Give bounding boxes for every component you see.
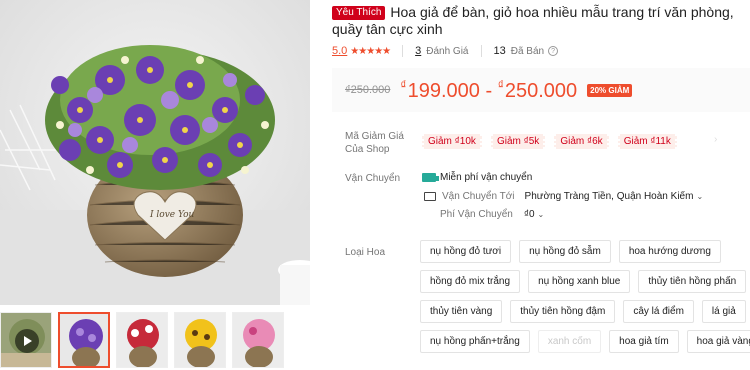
thumbnail-yellow-basket[interactable] <box>174 312 226 368</box>
reviews-count: 3 <box>415 45 422 57</box>
truck-icon <box>424 192 436 201</box>
option-thuy-tien-hong-dam[interactable]: thủy tiên hồng đậm <box>510 300 616 323</box>
ship-to-line: Vận Chuyển Tới Phường Tràng Tiền, Quận H… <box>424 191 703 202</box>
rating-stat[interactable]: 5.0 ★★★★★ <box>332 45 404 57</box>
option-hong-do-mix-trang[interactable]: hồng đỏ mix trắng <box>420 270 521 293</box>
option-thuy-tien-hong-phan[interactable]: thủy tiên hồng phấn <box>638 270 747 293</box>
discount-badge: 20% GIẢM <box>587 83 633 97</box>
rating-stars-icon: ★★★★★ <box>350 45 391 57</box>
price-box: ₫250.000 ₫199.000 - ₫250.000 20% GIẢM <box>332 68 750 112</box>
voucher-10k[interactable]: Giảm ₫10k <box>422 134 482 149</box>
chevron-right-icon[interactable]: › <box>714 134 738 146</box>
option-xanh-com: xanh cốm <box>537 330 602 353</box>
option-nu-hong-xanh-blue[interactable]: nụ hồng xanh blue <box>528 270 631 293</box>
favorite-badge: Yêu Thích <box>332 6 386 20</box>
ship-fee-label: Phí Vận Chuyển <box>440 209 513 220</box>
variant-label: Loại Hoa <box>345 247 386 258</box>
free-shipping-truck-icon <box>422 173 439 182</box>
ship-fee-line: Phí Vận Chuyển ₫0 ⌄ <box>440 209 544 220</box>
sold-count: 13 <box>493 45 506 57</box>
option-hoa-gia-vang[interactable]: hoa giả vàng <box>686 330 750 353</box>
thumbnail-red-basket[interactable] <box>116 312 168 368</box>
price-range: ₫199.000 - ₫250.000 <box>400 77 578 102</box>
chevron-down-icon[interactable]: ⌄ <box>696 192 703 201</box>
thumbnail-strip <box>0 312 310 370</box>
question-circle-icon[interactable]: ? <box>548 46 559 56</box>
shipping-label: Vận Chuyển <box>345 173 401 184</box>
flower-basket-image: I love You <box>0 0 310 305</box>
chevron-down-icon[interactable]: ⌄ <box>538 210 545 219</box>
option-cay-la-diem[interactable]: cây lá điểm <box>623 300 694 323</box>
product-info: Yêu Thích Hoa giả để bàn, giỏ hoa nhiều m… <box>332 0 750 370</box>
sold-label: Đã Bán <box>510 45 545 57</box>
product-gallery: I love You <box>0 0 310 370</box>
option-hoa-huong-duong[interactable]: hoa hướng dương <box>618 240 721 263</box>
main-product-image[interactable]: I love You <box>0 0 310 305</box>
original-price: ₫250.000 <box>345 84 391 96</box>
thumbnail-purple-basket[interactable] <box>58 312 110 368</box>
option-nu-hong-phan-trang[interactable]: nụ hồng phấn+trắng <box>420 330 530 353</box>
voucher-label: Mã Giảm Giá Của Shop <box>345 131 404 155</box>
product-title: Hoa giả để bàn, giỏ hoa nhiều mẫu trang … <box>332 4 734 37</box>
option-thuy-tien-vang[interactable]: thủy tiên vàng <box>420 300 503 323</box>
option-nu-hong-do-sam[interactable]: nụ hồng đỏ sẫm <box>519 240 611 263</box>
thumbnail-video[interactable] <box>0 312 52 368</box>
option-hoa-gia-tim[interactable]: hoa giả tím <box>609 330 679 353</box>
sold-stat: 13 Đã Bán ? <box>482 45 571 57</box>
ship-fee-value[interactable]: ₫0 <box>524 209 535 220</box>
free-shipping-text: Miễn phí vận chuyển <box>440 172 533 183</box>
product-stats: 5.0 ★★★★★ 3 Đánh Giá 13 Đã Bán ? <box>332 43 570 59</box>
free-shipping-line: Miễn phí vận chuyển <box>422 172 532 183</box>
product-title-row: Yêu Thích Hoa giả để bàn, giỏ hoa nhiều m… <box>332 4 750 38</box>
voucher-5k[interactable]: Giảm ₫5k <box>490 134 546 149</box>
voucher-list: Giảm ₫10k Giảm ₫5k Giảm ₫6k Giảm ₫11k <box>422 134 677 149</box>
svg-text:I love You: I love You <box>149 210 195 220</box>
ship-to-label: Vận Chuyển Tới <box>442 191 515 202</box>
reviews-label: Đánh Giá <box>426 45 469 57</box>
play-icon <box>15 329 39 353</box>
thumbnail-pink-basket[interactable] <box>232 312 284 368</box>
option-la-gia[interactable]: lá giả <box>701 300 746 323</box>
voucher-6k[interactable]: Giảm ₫6k <box>554 134 609 149</box>
rating-value: 5.0 <box>332 45 348 57</box>
reviews-stat[interactable]: 3 Đánh Giá <box>403 45 482 57</box>
ship-to-address[interactable]: Phường Tràng Tiền, Quận Hoàn Kiếm <box>525 191 694 202</box>
voucher-11k[interactable]: Giảm ₫11k <box>617 134 677 149</box>
variant-options: nụ hồng đỏ tươi nụ hồng đỏ sẫm hoa hướng… <box>420 240 750 360</box>
option-nu-hong-do-tuoi[interactable]: nụ hồng đỏ tươi <box>420 240 512 263</box>
